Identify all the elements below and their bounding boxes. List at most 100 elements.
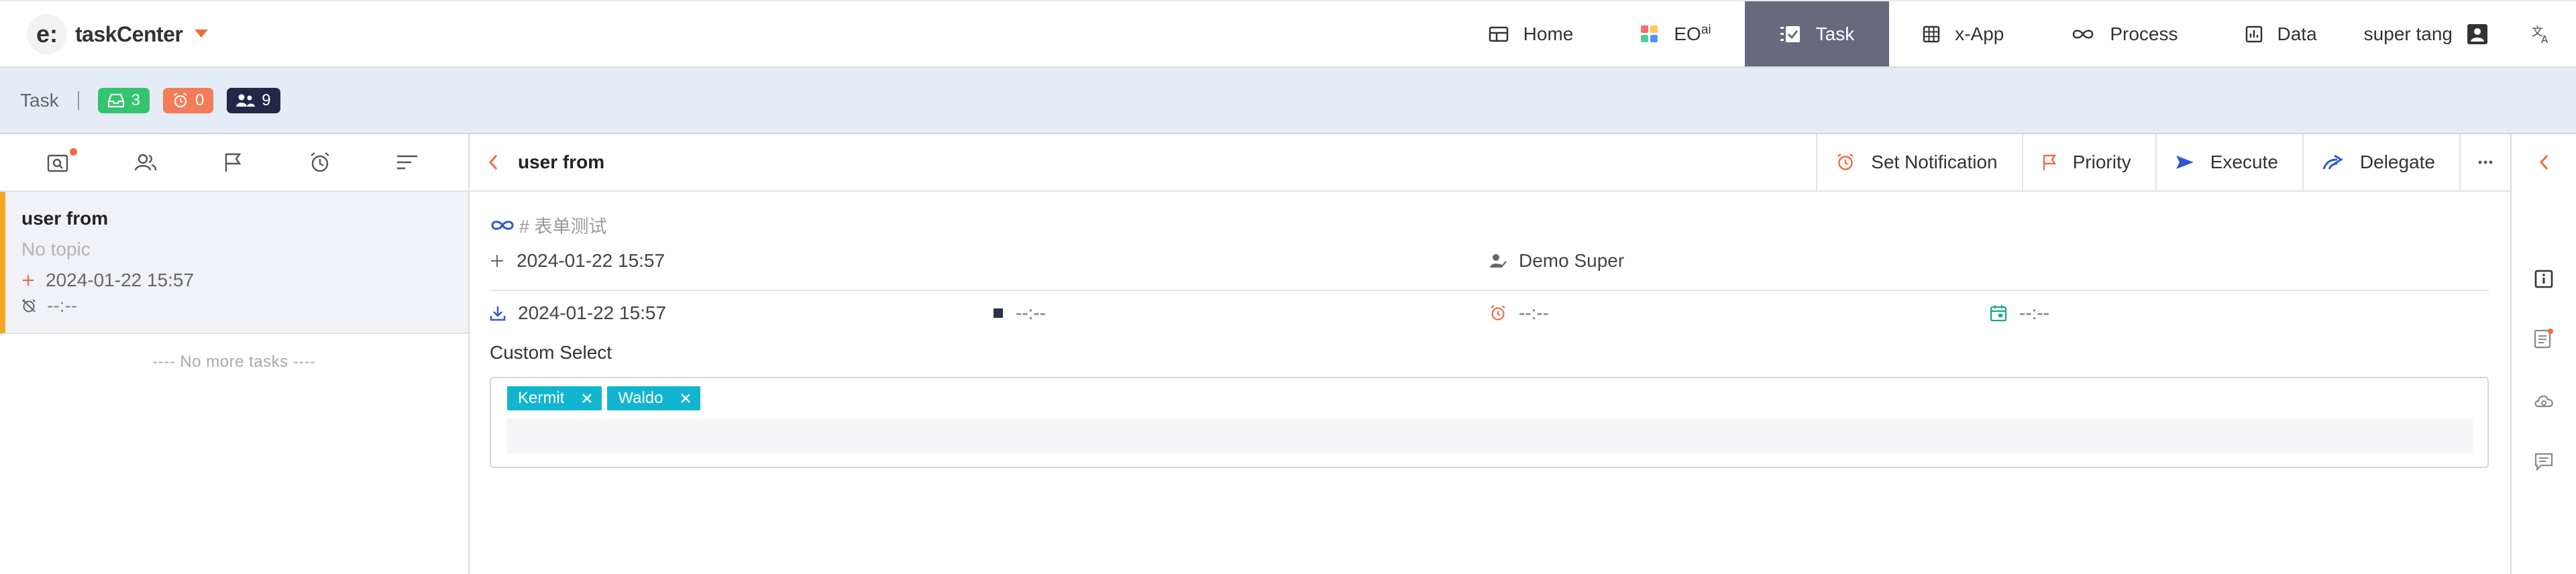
translate-button[interactable]: 文A [2508,1,2576,66]
section-title: Task [20,89,59,111]
home-grid-icon [1489,26,1508,42]
collapse-chevron-icon [2539,154,2548,170]
task-item-created: 2024-01-22 15:57 [21,270,468,291]
tool-alarm[interactable] [276,152,364,173]
no-more-tasks: ---- No more tasks ---- [152,353,316,371]
created-time: 2024-01-22 15:57 [517,250,665,271]
alarm-clock-icon [311,152,329,172]
eo-tiles-icon [1641,25,1658,42]
sub-header: Task 3 0 9 [0,68,2576,134]
nav-eo[interactable]: EO ai [1607,1,1744,66]
execute-button[interactable]: Execute [2155,134,2302,190]
close-icon[interactable] [582,393,592,404]
alarm-icon [1491,305,1505,321]
plus-icon [23,275,34,286]
caret-down-icon[interactable] [195,30,209,39]
custom-select-field[interactable]: Kermit Waldo [490,377,2489,468]
alarm-icon [174,92,187,107]
nav-home[interactable]: Home [1455,1,1607,66]
rail-form[interactable] [2512,329,2576,349]
task-item-deadline-time: --:-- [47,295,78,316]
tool-people[interactable] [102,153,189,172]
user-badge-icon [2467,23,2487,44]
app-logo[interactable]: e: taskCenter [27,13,209,55]
priority-button[interactable]: Priority [2021,134,2155,190]
selected-chips: Kermit Waldo [507,386,706,410]
badge-inbox-count: 3 [131,91,140,109]
nav-data-label: Data [2277,23,2317,44]
translate-icon: 文A [2532,25,2548,44]
nav-home-label: Home [1523,23,1574,44]
info-icon [2534,270,2553,288]
people-icon [134,154,157,171]
badge-inbox[interactable]: 3 [97,87,150,113]
chip-waldo: Waldo [607,386,701,410]
nav-xapp-label: x-App [1955,23,2004,44]
bar-chart-icon [2245,25,2262,42]
collapse-button[interactable] [2512,154,2576,170]
tool-search[interactable] [15,148,102,172]
user-name: super tang [2363,23,2453,44]
chip-label: Kermit [518,389,565,407]
back-chevron-icon[interactable] [488,154,498,170]
badge-group-count: 9 [262,91,271,109]
user-menu[interactable]: super tang [2351,1,2508,66]
flag-icon [225,153,241,172]
execute-label: Execute [2210,152,2278,172]
alarm-off-icon [22,299,36,312]
user-check-icon [1490,254,1507,268]
stop-square-icon [994,308,1003,318]
task-item-deadline: --:-- [21,295,468,317]
sort-icon [397,155,417,170]
rail-comment[interactable] [2512,452,2576,471]
nav-process-label: Process [2110,23,2178,44]
rail-cloud[interactable] [2512,393,2576,409]
nav-xapp[interactable]: x-App [1889,1,2037,66]
svg-text:A: A [2541,34,2548,44]
download-icon [490,306,506,321]
nav-eo-sup: ai [1701,22,1711,37]
status-cell: --:-- [993,299,1046,327]
badge-alarm[interactable]: 0 [162,87,214,113]
more-button[interactable] [2459,134,2510,190]
set-notification-button[interactable]: Set Notification [1816,134,2021,190]
topic-tag[interactable]: # 表单测试 [519,212,607,238]
rail-info[interactable] [2512,270,2576,288]
tool-flag[interactable] [189,152,276,172]
infinity-link-icon [491,220,514,230]
created-cell: 2024-01-22 15:57 [490,247,665,275]
custom-select-input[interactable] [507,418,2473,453]
alarm-time: --:-- [1519,302,1550,323]
nav-data[interactable]: Data [2212,1,2351,66]
badge-alarm-count: 0 [195,91,205,109]
calendar-time: --:-- [2019,302,2050,323]
nav-eo-label: EO [1674,23,1701,44]
set-notification-label: Set Notification [1871,152,1998,172]
task-detail-panel: user from Set Notification Priority Exec… [470,134,2510,574]
infinity-link-icon [2073,30,2094,38]
tool-sort[interactable] [364,154,451,170]
inbox-icon [107,93,124,107]
chip-label: Waldo [618,389,663,407]
task-detail-title: user from [518,152,605,172]
form-icon [2534,329,2553,349]
nav-task[interactable]: Task [1744,1,1890,66]
received-cell: 2024-01-22 15:57 [490,299,666,327]
task-list-toolbar [0,134,468,192]
notification-dot [70,148,77,156]
task-checklist-icon [1780,25,1800,42]
delegate-button[interactable]: Delegate [2302,134,2459,190]
badge-group[interactable]: 9 [227,87,280,113]
task-list-item[interactable]: user from No topic 2024-01-22 15:57 --:-… [0,192,468,334]
close-icon[interactable] [680,393,691,404]
alarm-cell: --:-- [1489,299,1549,327]
nav-task-label: Task [1815,23,1855,44]
top-navigation-bar: e: taskCenter Home EO ai Task x-App Proce… [0,0,2576,68]
nav-process[interactable]: Process [2037,1,2211,66]
task-detail-body: # 表单测试 2024-01-22 15:57 Demo Super 2024-… [470,192,2510,574]
delegate-arrow-icon [2322,154,2343,170]
task-item-title: user from [21,208,109,229]
task-item-topic: No topic [21,239,91,260]
right-side-rail [2510,134,2576,574]
creator-cell: Demo Super [1489,247,1624,275]
